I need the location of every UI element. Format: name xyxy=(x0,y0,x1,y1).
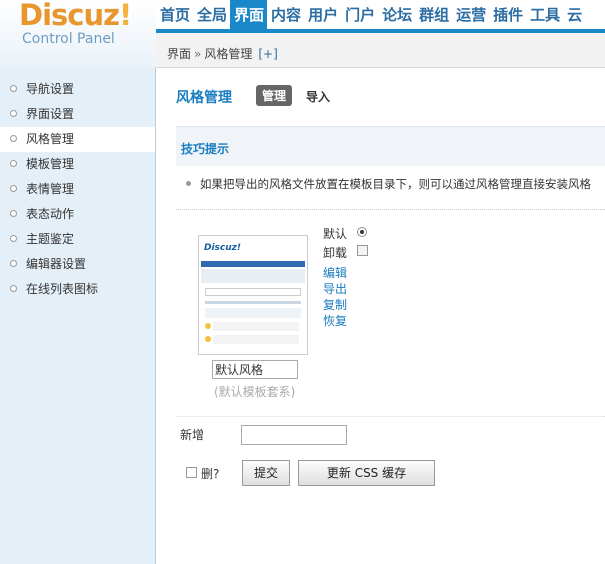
delete-label: 删? xyxy=(201,467,220,481)
thumb-search xyxy=(205,288,301,296)
sidebar-item[interactable]: 风格管理 xyxy=(0,127,155,152)
delete-checkbox[interactable] xyxy=(186,467,197,478)
top-nav-item[interactable]: 云 xyxy=(563,0,585,29)
sidebar-item[interactable]: 模板管理 xyxy=(0,152,155,177)
uninstall-label: 卸载 xyxy=(323,246,348,260)
sidebar-item[interactable]: 表情管理 xyxy=(0,177,155,202)
page-title: 风格管理 xyxy=(176,90,232,106)
sidebar-item-label: 表态动作 xyxy=(26,207,75,221)
sidebar-item[interactable]: 导航设置 xyxy=(0,77,155,102)
sidebar-item-label: 模板管理 xyxy=(26,157,75,171)
sidebar-item[interactable]: 界面设置 xyxy=(0,102,155,127)
top-nav-item[interactable]: 内容 xyxy=(267,0,304,29)
logo[interactable]: Discuz! Control Panel xyxy=(0,0,156,68)
style-name-input[interactable] xyxy=(212,360,298,379)
top-nav-item[interactable]: 界面 xyxy=(230,0,268,29)
logo-name: Discuz xyxy=(19,0,120,32)
thumb-subnav xyxy=(201,269,305,283)
thumb-nav xyxy=(201,261,305,267)
export-link[interactable]: 导出 xyxy=(323,280,347,297)
bullet-icon xyxy=(10,235,17,242)
default-radio[interactable] xyxy=(357,227,367,237)
thumb-item xyxy=(205,322,299,331)
bullet-icon xyxy=(10,210,17,217)
sidebar-item[interactable]: 在线列表图标 xyxy=(0,277,155,302)
top-nav-item[interactable]: 论坛 xyxy=(378,0,415,29)
top-nav-list: 首页 全局 界面 内容 用户 门户 论坛 群组 运营 插件 工具云 xyxy=(156,0,605,29)
edit-link[interactable]: 编辑 xyxy=(323,264,347,281)
thumb-row xyxy=(205,301,301,304)
bullet-icon xyxy=(10,135,17,142)
top-nav-item[interactable]: 群组 xyxy=(415,0,452,29)
sidebar-item-label: 风格管理 xyxy=(26,132,75,146)
breadcrumb-bar: 界面» 风格管理 [+] xyxy=(156,33,605,68)
sidebar-item-label: 在线列表图标 xyxy=(26,282,99,296)
thumb-header: Discuz! xyxy=(201,238,305,260)
sidebar-item-label: 导航设置 xyxy=(26,82,75,96)
sidebar-item-label: 表情管理 xyxy=(26,182,75,196)
bullet-icon xyxy=(10,85,17,92)
uninstall-checkbox[interactable] xyxy=(357,245,368,256)
header: Discuz! Control Panel 首页 全局 界面 内容 用户 门户 论坛 群组 运营… xyxy=(0,0,605,68)
bullet-icon xyxy=(10,160,17,167)
style-preview-thumbnail[interactable]: Discuz! xyxy=(198,235,308,355)
new-style-input[interactable] xyxy=(241,425,347,445)
sidebar: 导航设置界面设置风格管理模板管理表情管理表态动作主题鉴定编辑器设置在线列表图标 xyxy=(0,68,156,564)
copy-link[interactable]: 复制 xyxy=(323,296,347,313)
logo-subtitle: Control Panel xyxy=(22,31,115,47)
sidebar-item[interactable]: 主题鉴定 xyxy=(0,227,155,252)
main-content: 风格管理 管理 导入 技巧提示 如果把导出的风格文件放置在模板目录下，则可以通过… xyxy=(156,69,605,564)
restore-link[interactable]: 恢复 xyxy=(323,312,347,329)
top-nav-item[interactable]: 用户 xyxy=(304,0,341,29)
tab-manage[interactable]: 管理 xyxy=(256,85,293,106)
top-nav-item[interactable]: 全局 xyxy=(193,0,230,29)
bullet-icon xyxy=(10,185,17,192)
top-nav: 首页 全局 界面 内容 用户 门户 论坛 群组 运营 插件 工具云 xyxy=(156,0,605,33)
style-template-set: (默认模板套系) xyxy=(214,385,296,399)
update-css-cache-button[interactable]: 更新 CSS 缓存 xyxy=(298,460,435,486)
tab-import[interactable]: 导入 xyxy=(306,88,330,105)
thumb-item xyxy=(205,335,299,344)
tip-bullet-icon xyxy=(186,181,191,186)
top-nav-item[interactable]: 门户 xyxy=(341,0,378,29)
bullet-icon xyxy=(10,110,17,117)
sidebar-item-label: 界面设置 xyxy=(26,107,75,121)
new-style-label: 新增 xyxy=(180,428,205,442)
divider xyxy=(176,209,605,210)
bullet-icon xyxy=(10,285,17,292)
breadcrumb-parent[interactable]: 界面 xyxy=(167,47,191,61)
tips-title: 技巧提示 xyxy=(181,142,230,156)
default-label: 默认 xyxy=(323,227,348,241)
top-nav-item[interactable]: 插件 xyxy=(489,0,526,29)
top-nav-item[interactable]: 运营 xyxy=(452,0,489,29)
add-shortcut-button[interactable]: [+] xyxy=(258,47,277,61)
sidebar-list: 导航设置界面设置风格管理模板管理表情管理表态动作主题鉴定编辑器设置在线列表图标 xyxy=(0,77,155,302)
bullet-icon xyxy=(10,260,17,267)
breadcrumb: 界面» 风格管理 [+] xyxy=(167,45,278,62)
sidebar-item[interactable]: 编辑器设置 xyxy=(0,252,155,277)
breadcrumb-separator: » xyxy=(194,47,202,61)
sidebar-item-label: 编辑器设置 xyxy=(26,257,87,271)
top-nav-item[interactable]: 首页 xyxy=(156,0,193,29)
divider xyxy=(176,416,605,417)
tips-box: 技巧提示 xyxy=(176,126,605,166)
sidebar-item-label: 主题鉴定 xyxy=(26,232,75,246)
breadcrumb-current: 风格管理 xyxy=(204,47,253,61)
thumb-logo: Discuz! xyxy=(204,243,241,253)
tip-text: 如果把导出的风格文件放置在模板目录下，则可以通过风格管理直接安装风格 xyxy=(200,177,591,191)
submit-button[interactable]: 提交 xyxy=(242,460,290,486)
top-nav-item[interactable]: 工具 xyxy=(526,0,563,29)
logo-wordmark: Discuz! xyxy=(19,0,132,32)
thumb-box xyxy=(205,308,301,318)
sidebar-item[interactable]: 表态动作 xyxy=(0,202,155,227)
logo-mark: ! xyxy=(119,0,132,32)
